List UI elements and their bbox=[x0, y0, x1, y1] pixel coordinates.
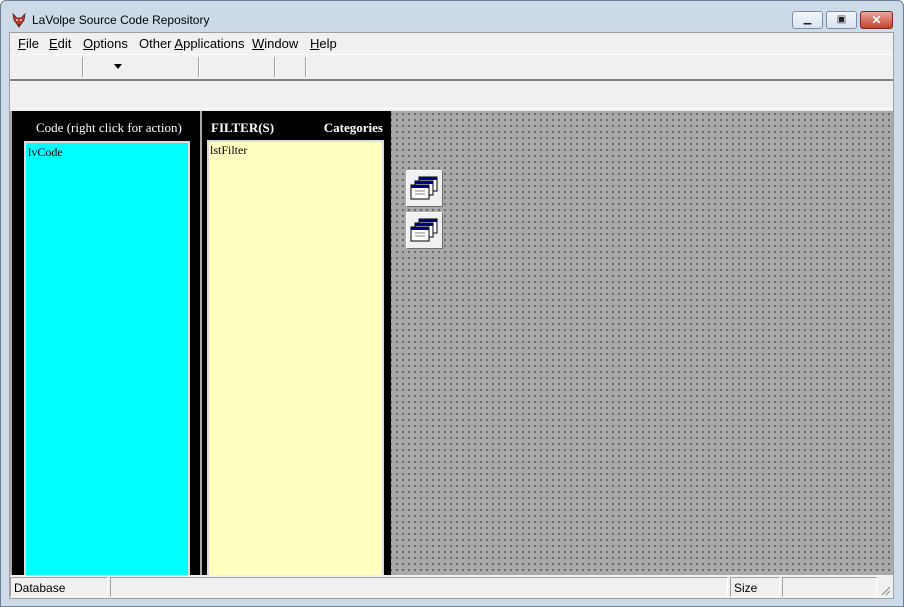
menu-help[interactable]: Help bbox=[310, 36, 337, 51]
menu-options[interactable]: Options bbox=[83, 36, 128, 51]
resize-grip-icon[interactable] bbox=[879, 584, 891, 596]
title-bar[interactable]: LaVolpe Source Code Repository ▁ ▣ ✕ bbox=[1, 1, 903, 31]
code-listview[interactable]: lvCode bbox=[24, 141, 190, 577]
toolbar-separator bbox=[274, 57, 276, 77]
menu-window[interactable]: Window bbox=[252, 36, 298, 51]
dropdown-arrow-icon[interactable] bbox=[114, 64, 122, 69]
filter-panel: FILTER(S) Categories lstFilter bbox=[202, 111, 391, 577]
menu-file[interactable]: File bbox=[18, 36, 39, 51]
code-panel-header: Code (right click for action) bbox=[36, 120, 182, 135]
status-extra bbox=[782, 577, 877, 597]
app-window: LaVolpe Source Code Repository ▁ ▣ ✕ Fil… bbox=[0, 0, 904, 607]
mdi-window-button-2[interactable] bbox=[406, 212, 443, 249]
menu-edit[interactable]: Edit bbox=[49, 36, 71, 51]
menu-other-applications[interactable]: Other Applications bbox=[139, 36, 245, 51]
close-icon: ✕ bbox=[871, 13, 882, 27]
maximize-button[interactable]: ▣ bbox=[826, 11, 857, 29]
filter-header: FILTER(S) bbox=[211, 120, 275, 135]
minimize-icon: ▁ bbox=[803, 14, 812, 25]
code-panel: Code (right click for action) lvCode bbox=[12, 111, 200, 577]
status-database: Database bbox=[10, 577, 108, 597]
window-stack-icon bbox=[410, 176, 438, 200]
filter-listbox[interactable]: lstFilter bbox=[207, 140, 384, 577]
status-bar: Database Size bbox=[10, 575, 893, 598]
status-size: Size bbox=[730, 577, 780, 597]
menu-bar: File Edit Options Other Applications Win… bbox=[10, 33, 893, 54]
minimize-button[interactable]: ▁ bbox=[792, 11, 823, 29]
filter-listbox-name: lstFilter bbox=[210, 143, 248, 157]
window-stack-icon bbox=[410, 218, 438, 242]
toolbar-separator bbox=[82, 57, 84, 77]
mdi-workspace: Code (right click for action) lvCode FIL… bbox=[10, 111, 893, 577]
maximize-icon: ▣ bbox=[836, 14, 847, 25]
window-title: LaVolpe Source Code Repository bbox=[32, 13, 210, 27]
toolbar-separator bbox=[305, 57, 307, 77]
close-button[interactable]: ✕ bbox=[860, 11, 893, 29]
mdi-window-button-1[interactable] bbox=[406, 170, 443, 207]
categories-label[interactable]: Categories bbox=[324, 120, 383, 136]
coolbar bbox=[10, 79, 893, 109]
fox-icon bbox=[12, 12, 26, 28]
status-message bbox=[110, 577, 728, 597]
code-listview-name: lvCode bbox=[28, 145, 63, 159]
client-area: File Edit Options Other Applications Win… bbox=[9, 32, 894, 599]
toolbar bbox=[10, 54, 893, 80]
toolbar-separator bbox=[198, 57, 200, 77]
